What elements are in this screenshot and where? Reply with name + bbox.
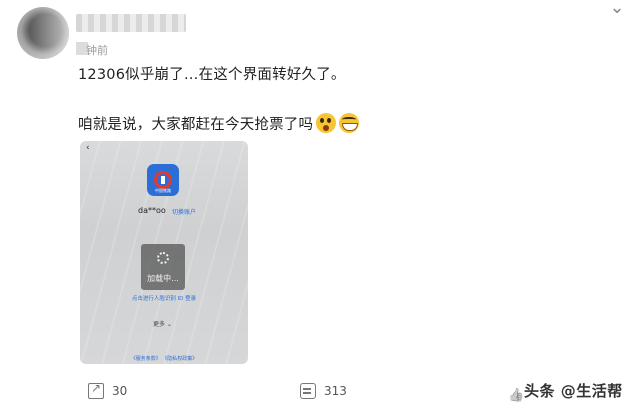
- terms-links: 《服务条款》 《隐私权政策》: [130, 356, 198, 362]
- share-button[interactable]: 30: [88, 381, 128, 399]
- like-icon[interactable]: [508, 384, 524, 400]
- railway-app-icon: 中国铁路: [147, 164, 179, 196]
- attached-screenshot[interactable]: ‹ 中国铁路 da**oo 切换账户 加载中... 点击进行人脸识别 ID 登录…: [80, 141, 248, 364]
- railway-logo-icon: [154, 171, 172, 189]
- post-time: 钟前: [86, 44, 108, 57]
- post-text-line2: 咱就是说，大家都赶在今天抢票了吗: [78, 113, 360, 134]
- share-icon: [88, 381, 104, 399]
- spinner-icon: [157, 252, 169, 264]
- grin-emoji-icon: [339, 113, 360, 133]
- comment-button[interactable]: 313: [300, 383, 347, 399]
- username-blurred[interactable]: [76, 14, 186, 32]
- astonished-emoji-icon: [316, 113, 337, 133]
- share-count: 30: [112, 384, 128, 398]
- more-login-options: 更多 ⌄: [153, 321, 172, 328]
- post-text-line2-text: 咱就是说，大家都赶在今天抢票了吗: [78, 117, 314, 133]
- comment-count: 313: [324, 384, 347, 398]
- weibo-post: 钟前 ⌄ 12306似乎崩了…在这个界面转好久了。 咱就是说，大家都赶在今天抢票…: [0, 0, 640, 411]
- post-text-line1: 12306似乎崩了…在这个界面转好久了。: [78, 67, 346, 83]
- more-options-icon[interactable]: ⌄: [608, 0, 626, 19]
- avatar-blur: [17, 7, 69, 59]
- watermark: 头条 @生活帮: [524, 382, 623, 400]
- loading-overlay: 加载中...: [141, 244, 185, 290]
- account-name: da**oo: [138, 206, 166, 215]
- app-icon-caption: 中国铁路: [155, 188, 171, 193]
- loading-text: 加载中...: [147, 274, 179, 283]
- back-icon: ‹: [86, 143, 90, 153]
- switch-account-link: 切换账户: [172, 209, 197, 216]
- comment-icon: [300, 383, 316, 399]
- face-id-login-link: 点击进行人脸识别 ID 登录: [131, 296, 197, 302]
- avatar[interactable]: [17, 7, 69, 59]
